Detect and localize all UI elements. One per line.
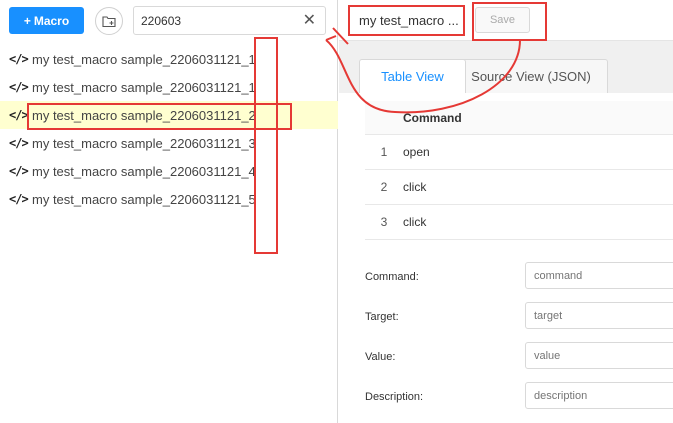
row-command: click bbox=[403, 180, 427, 194]
target-label: Target: bbox=[365, 311, 399, 323]
list-item[interactable]: </> my test_macro sample_2206031121_1 bbox=[0, 73, 338, 101]
value-row: Value: bbox=[365, 338, 673, 378]
row-number: 1 bbox=[380, 145, 388, 159]
target-field[interactable] bbox=[525, 302, 673, 329]
annotation-box-selected-item bbox=[27, 103, 292, 130]
table-row[interactable]: 1 open bbox=[365, 135, 673, 170]
macro-sidebar: + Macro ✕ </> my test_macro sample_22060… bbox=[0, 0, 338, 423]
command-column-header: Command bbox=[403, 110, 462, 125]
macro-label: my test_macro sample_2206031121_5 bbox=[32, 191, 256, 207]
list-item[interactable]: </> my test_macro sample_2206031121_5 bbox=[0, 185, 338, 213]
macro-label: my test_macro sample_2206031121_1 bbox=[32, 79, 256, 95]
macro-label: my test_macro sample_2206031121_1 bbox=[32, 51, 256, 67]
tab-table-view[interactable]: Table View bbox=[359, 59, 466, 93]
table-row[interactable]: 3 click bbox=[365, 205, 673, 240]
tab-source-view[interactable]: Source View (JSON) bbox=[454, 59, 608, 93]
row-number: 2 bbox=[380, 180, 388, 194]
command-field[interactable] bbox=[525, 262, 673, 289]
macro-label: my test_macro sample_2206031121_4 bbox=[32, 163, 256, 179]
plus-icon: + bbox=[23, 13, 31, 28]
add-macro-button[interactable]: + Macro bbox=[9, 7, 84, 34]
search-input[interactable] bbox=[141, 12, 296, 30]
row-number: 3 bbox=[380, 215, 388, 229]
command-form: Command: Target: Value: Description: bbox=[365, 258, 673, 418]
command-label: Command: bbox=[365, 271, 419, 283]
command-row: Command: bbox=[365, 258, 673, 298]
table-row[interactable]: 2 click bbox=[365, 170, 673, 205]
value-label: Value: bbox=[365, 351, 396, 363]
code-icon: </> bbox=[9, 164, 29, 178]
app-root: + Macro ✕ </> my test_macro sample_22060… bbox=[0, 0, 673, 423]
sidebar-toolbar: + Macro ✕ bbox=[0, 0, 338, 42]
macro-label: my test_macro sample_2206031121_3 bbox=[32, 135, 256, 151]
list-item[interactable]: </> my test_macro sample_2206031121_1 bbox=[0, 45, 338, 73]
clear-search-icon[interactable]: ✕ bbox=[303, 12, 316, 30]
search-box: ✕ bbox=[133, 6, 326, 35]
editor-tabs: Source View (JSON) Table View bbox=[339, 41, 673, 93]
code-icon: </> bbox=[9, 80, 29, 94]
add-macro-label: Macro bbox=[33, 13, 70, 28]
macro-editor: my test_macro ... Save Source View (JSON… bbox=[339, 0, 673, 423]
row-command: click bbox=[403, 215, 427, 229]
list-item[interactable]: </> my test_macro sample_2206031121_3 bbox=[0, 129, 338, 157]
list-item[interactable]: </> my test_macro sample_2206031121_4 bbox=[0, 157, 338, 185]
annotation-box-title bbox=[348, 5, 465, 36]
row-command: open bbox=[403, 145, 430, 159]
description-label: Description: bbox=[365, 391, 424, 403]
description-row: Description: bbox=[365, 378, 673, 418]
code-icon: </> bbox=[9, 108, 29, 122]
code-icon: </> bbox=[9, 136, 29, 150]
table-header: Command bbox=[365, 101, 673, 135]
code-icon: </> bbox=[9, 192, 29, 206]
description-field[interactable] bbox=[525, 382, 673, 409]
annotation-box-suffix-column bbox=[254, 37, 278, 254]
command-table: Command 1 open 2 click 3 click bbox=[365, 101, 673, 240]
folder-add-icon bbox=[102, 15, 116, 27]
annotation-box-save bbox=[472, 2, 547, 41]
target-row: Target: bbox=[365, 298, 673, 338]
add-folder-button[interactable] bbox=[95, 7, 123, 35]
code-icon: </> bbox=[9, 52, 29, 66]
value-field[interactable] bbox=[525, 342, 673, 369]
